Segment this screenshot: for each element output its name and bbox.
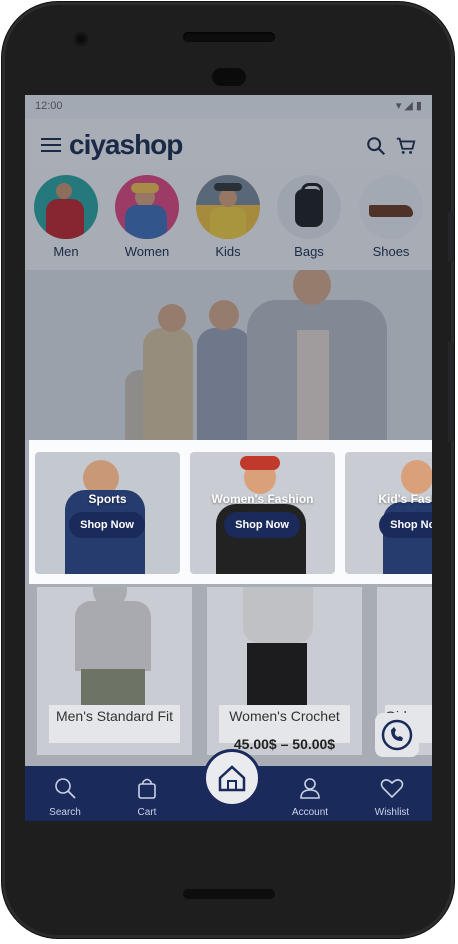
app-screen: 12:00 ▾ ◢ ▮ ciyashop Men Women Kids Bags… xyxy=(25,95,432,821)
nav-label: Cart xyxy=(137,807,157,818)
phone-frame: 12:00 ▾ ◢ ▮ ciyashop Men Women Kids Bags… xyxy=(2,2,454,938)
search-icon xyxy=(55,778,76,799)
popup-card-title: Sports xyxy=(88,492,127,506)
phone-icon xyxy=(381,719,413,751)
shop-now-button[interactable]: Shop Now xyxy=(69,512,145,538)
front-camera xyxy=(74,32,88,46)
nav-label: Wishlist xyxy=(374,807,410,818)
proximity-sensor xyxy=(212,68,246,86)
heart-icon xyxy=(380,779,404,799)
shop-now-button[interactable]: Shop Now xyxy=(379,512,432,538)
product-card[interactable]: Women's Crochet 45.00$ – 50.00$ xyxy=(207,587,362,755)
bag-icon xyxy=(138,778,156,799)
whatsapp-button[interactable] xyxy=(375,713,419,757)
popup-card-title: Kid's Fashion xyxy=(378,492,432,506)
home-icon xyxy=(218,765,246,792)
volume-button xyxy=(448,212,454,262)
nav-label: Account xyxy=(291,807,329,818)
power-button xyxy=(448,342,454,442)
nav-wishlist[interactable]: Wishlist xyxy=(362,776,422,818)
product-name: Men's Standard Fit xyxy=(49,705,180,743)
nav-label: Search xyxy=(49,807,81,818)
nav-cart[interactable]: Cart xyxy=(117,776,177,818)
popup-card-womens-fashion[interactable]: Women's Fashion Shop Now xyxy=(190,452,335,574)
earpiece-speaker xyxy=(183,32,275,42)
user-icon xyxy=(300,778,320,799)
category-popup: Sports Shop Now Women's Fashion Shop Now… xyxy=(29,440,432,584)
product-card[interactable]: Men's Standard Fit xyxy=(37,587,192,755)
popup-card-title: Women's Fashion xyxy=(211,492,314,506)
nav-search[interactable]: Search xyxy=(35,776,95,818)
popup-card-sports[interactable]: Sports Shop Now xyxy=(35,452,180,574)
popup-card-kids-fashion[interactable]: Kid's Fashion Shop Now xyxy=(345,452,432,574)
nav-account[interactable]: Account xyxy=(280,776,340,818)
product-list: Men's Standard Fit Women's Crochet 45.00… xyxy=(25,587,432,757)
bottom-speaker xyxy=(183,889,275,899)
home-button[interactable] xyxy=(203,749,261,807)
shop-now-button[interactable]: Shop Now xyxy=(224,512,300,538)
